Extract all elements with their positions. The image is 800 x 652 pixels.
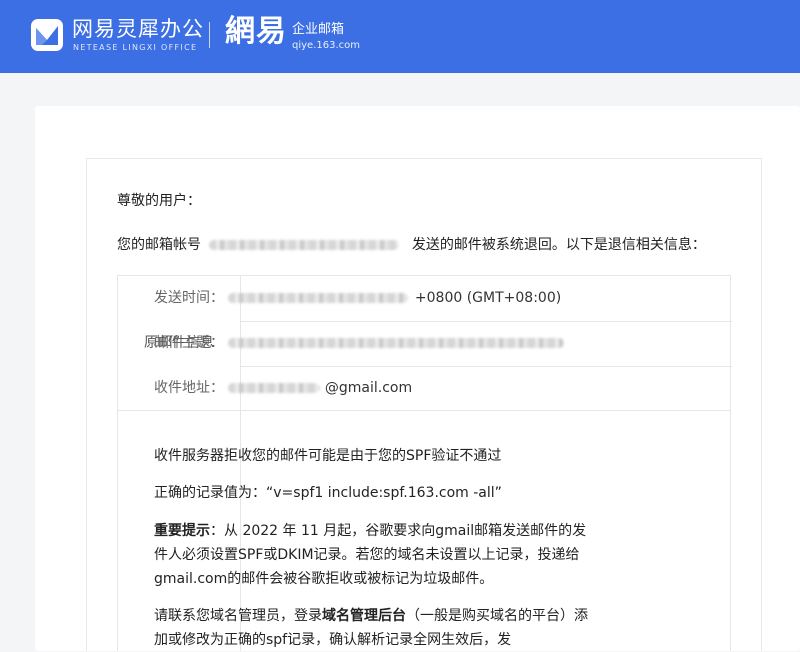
- enterprise-mail-url: qiye.163.com: [292, 40, 360, 51]
- recipient-row: 收件地址： @gmail.com: [154, 366, 412, 410]
- send-time-label: 发送时间：: [154, 290, 224, 306]
- top-header: 网易灵犀办公 NETEASE LINGXI OFFICE 網易 企业邮箱 qiy…: [0, 0, 800, 73]
- brand-name-english: NETEASE LINGXI OFFICE: [73, 43, 198, 52]
- subject-row: 邮件主题：: [154, 321, 565, 365]
- redacted-send-date: [228, 293, 409, 303]
- important-text: ：从 2022 年 11 月起，谷歌要求向gmail邮箱发送邮件的发件人必须设置…: [154, 523, 587, 587]
- intro-prefix: 您的邮箱帐号: [117, 237, 201, 253]
- redacted-subject: [228, 338, 565, 348]
- redacted-sender-address: [209, 240, 400, 250]
- subject-label: 邮件主题：: [154, 335, 224, 351]
- correct-record-label: 正确的记录值为：: [154, 485, 266, 501]
- correct-record-line: 正确的记录值为：“v=spf1 include:spf.163.com -all…: [154, 481, 594, 505]
- send-time-row: 发送时间： +0800 (GMT+08:00): [154, 276, 561, 320]
- contact-instructions: 请联系您域名管理员，登录域名管理后台（一般是购买域名的平台）添加或修改为正确的s…: [154, 604, 594, 652]
- important-notice: 重要提示：从 2022 年 11 月起，谷歌要求向gmail邮箱发送邮件的发件人…: [154, 519, 594, 591]
- netease-logo: 網易: [225, 14, 287, 49]
- important-label: 重要提示: [154, 523, 210, 539]
- enterprise-mail-label: 企业邮箱: [292, 22, 345, 37]
- intro-suffix: 发送的邮件被系统退回。以下是退信相关信息：: [411, 237, 706, 253]
- contact-prefix: 请联系您域名管理员，登录: [154, 608, 322, 624]
- redacted-recipient: [228, 383, 321, 393]
- greeting: 尊敬的用户：: [117, 193, 201, 209]
- brand-name: 网易灵犀办公: [72, 17, 204, 41]
- reject-reason: 收件服务器拒收您的邮件可能是由于您的SPF验证不通过: [154, 448, 502, 464]
- header-divider: [209, 22, 210, 48]
- table-section-divider: [118, 410, 730, 411]
- domain-admin-console: 域名管理后台: [322, 608, 406, 624]
- recipient-label: 收件地址：: [154, 380, 224, 396]
- send-time-value: +0800 (GMT+08:00): [414, 290, 562, 306]
- intro-line: 您的邮箱帐号 发送的邮件被系统退回。以下是退信相关信息：: [117, 236, 706, 254]
- spf-record-value: “v=spf1 include:spf.163.com -all”: [266, 485, 502, 501]
- netease-lingxi-logo-icon: [31, 19, 63, 51]
- recipient-domain: @gmail.com: [324, 380, 413, 396]
